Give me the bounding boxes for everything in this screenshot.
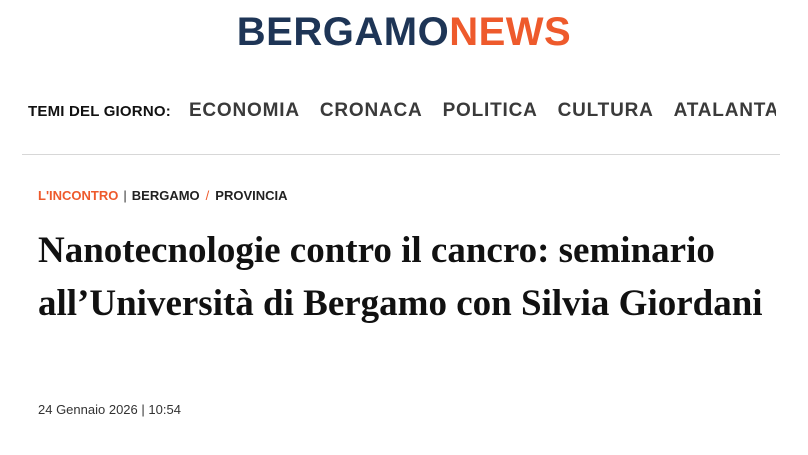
site-logo[interactable]: BERGAMONEWS — [0, 10, 808, 54]
breadcrumb: L'INCONTRO | BERGAMO / PROVINCIA — [38, 188, 288, 203]
article-title: Nanotecnologie contro il cancro: seminar… — [38, 230, 763, 324]
article-dateline: 24 Gennaio 2026 | 10:54 — [38, 402, 181, 417]
nav-item-economia[interactable]: ECONOMIA — [189, 100, 300, 122]
article-time: 10:54 — [148, 402, 181, 417]
logo-bergamo-text: BERGAMO — [236, 10, 450, 54]
nav-item-politica[interactable]: POLITICA — [443, 100, 538, 122]
article-date: 24 Gennaio 2026 — [38, 402, 138, 417]
nav-item-cultura[interactable]: CULTURA — [558, 100, 654, 122]
topics-nav: TEMI DEL GIORNO: ECONOMIA CRONACA POLITI… — [28, 98, 776, 124]
breadcrumb-bergamo[interactable]: BERGAMO — [132, 188, 200, 203]
nav-item-cronaca[interactable]: CRONACA — [320, 100, 423, 122]
nav-item-atalanta[interactable]: ATALANTA — [674, 100, 776, 122]
topics-label: TEMI DEL GIORNO: — [28, 102, 171, 120]
breadcrumb-provincia[interactable]: PROVINCIA — [215, 188, 287, 203]
breadcrumb-category[interactable]: L'INCONTRO — [38, 188, 118, 203]
breadcrumb-slash: / — [205, 188, 210, 203]
logo-news-text: NEWS — [449, 10, 572, 54]
header-divider — [22, 154, 780, 155]
dateline-separator: | — [141, 402, 145, 417]
breadcrumb-separator: | — [123, 188, 127, 203]
